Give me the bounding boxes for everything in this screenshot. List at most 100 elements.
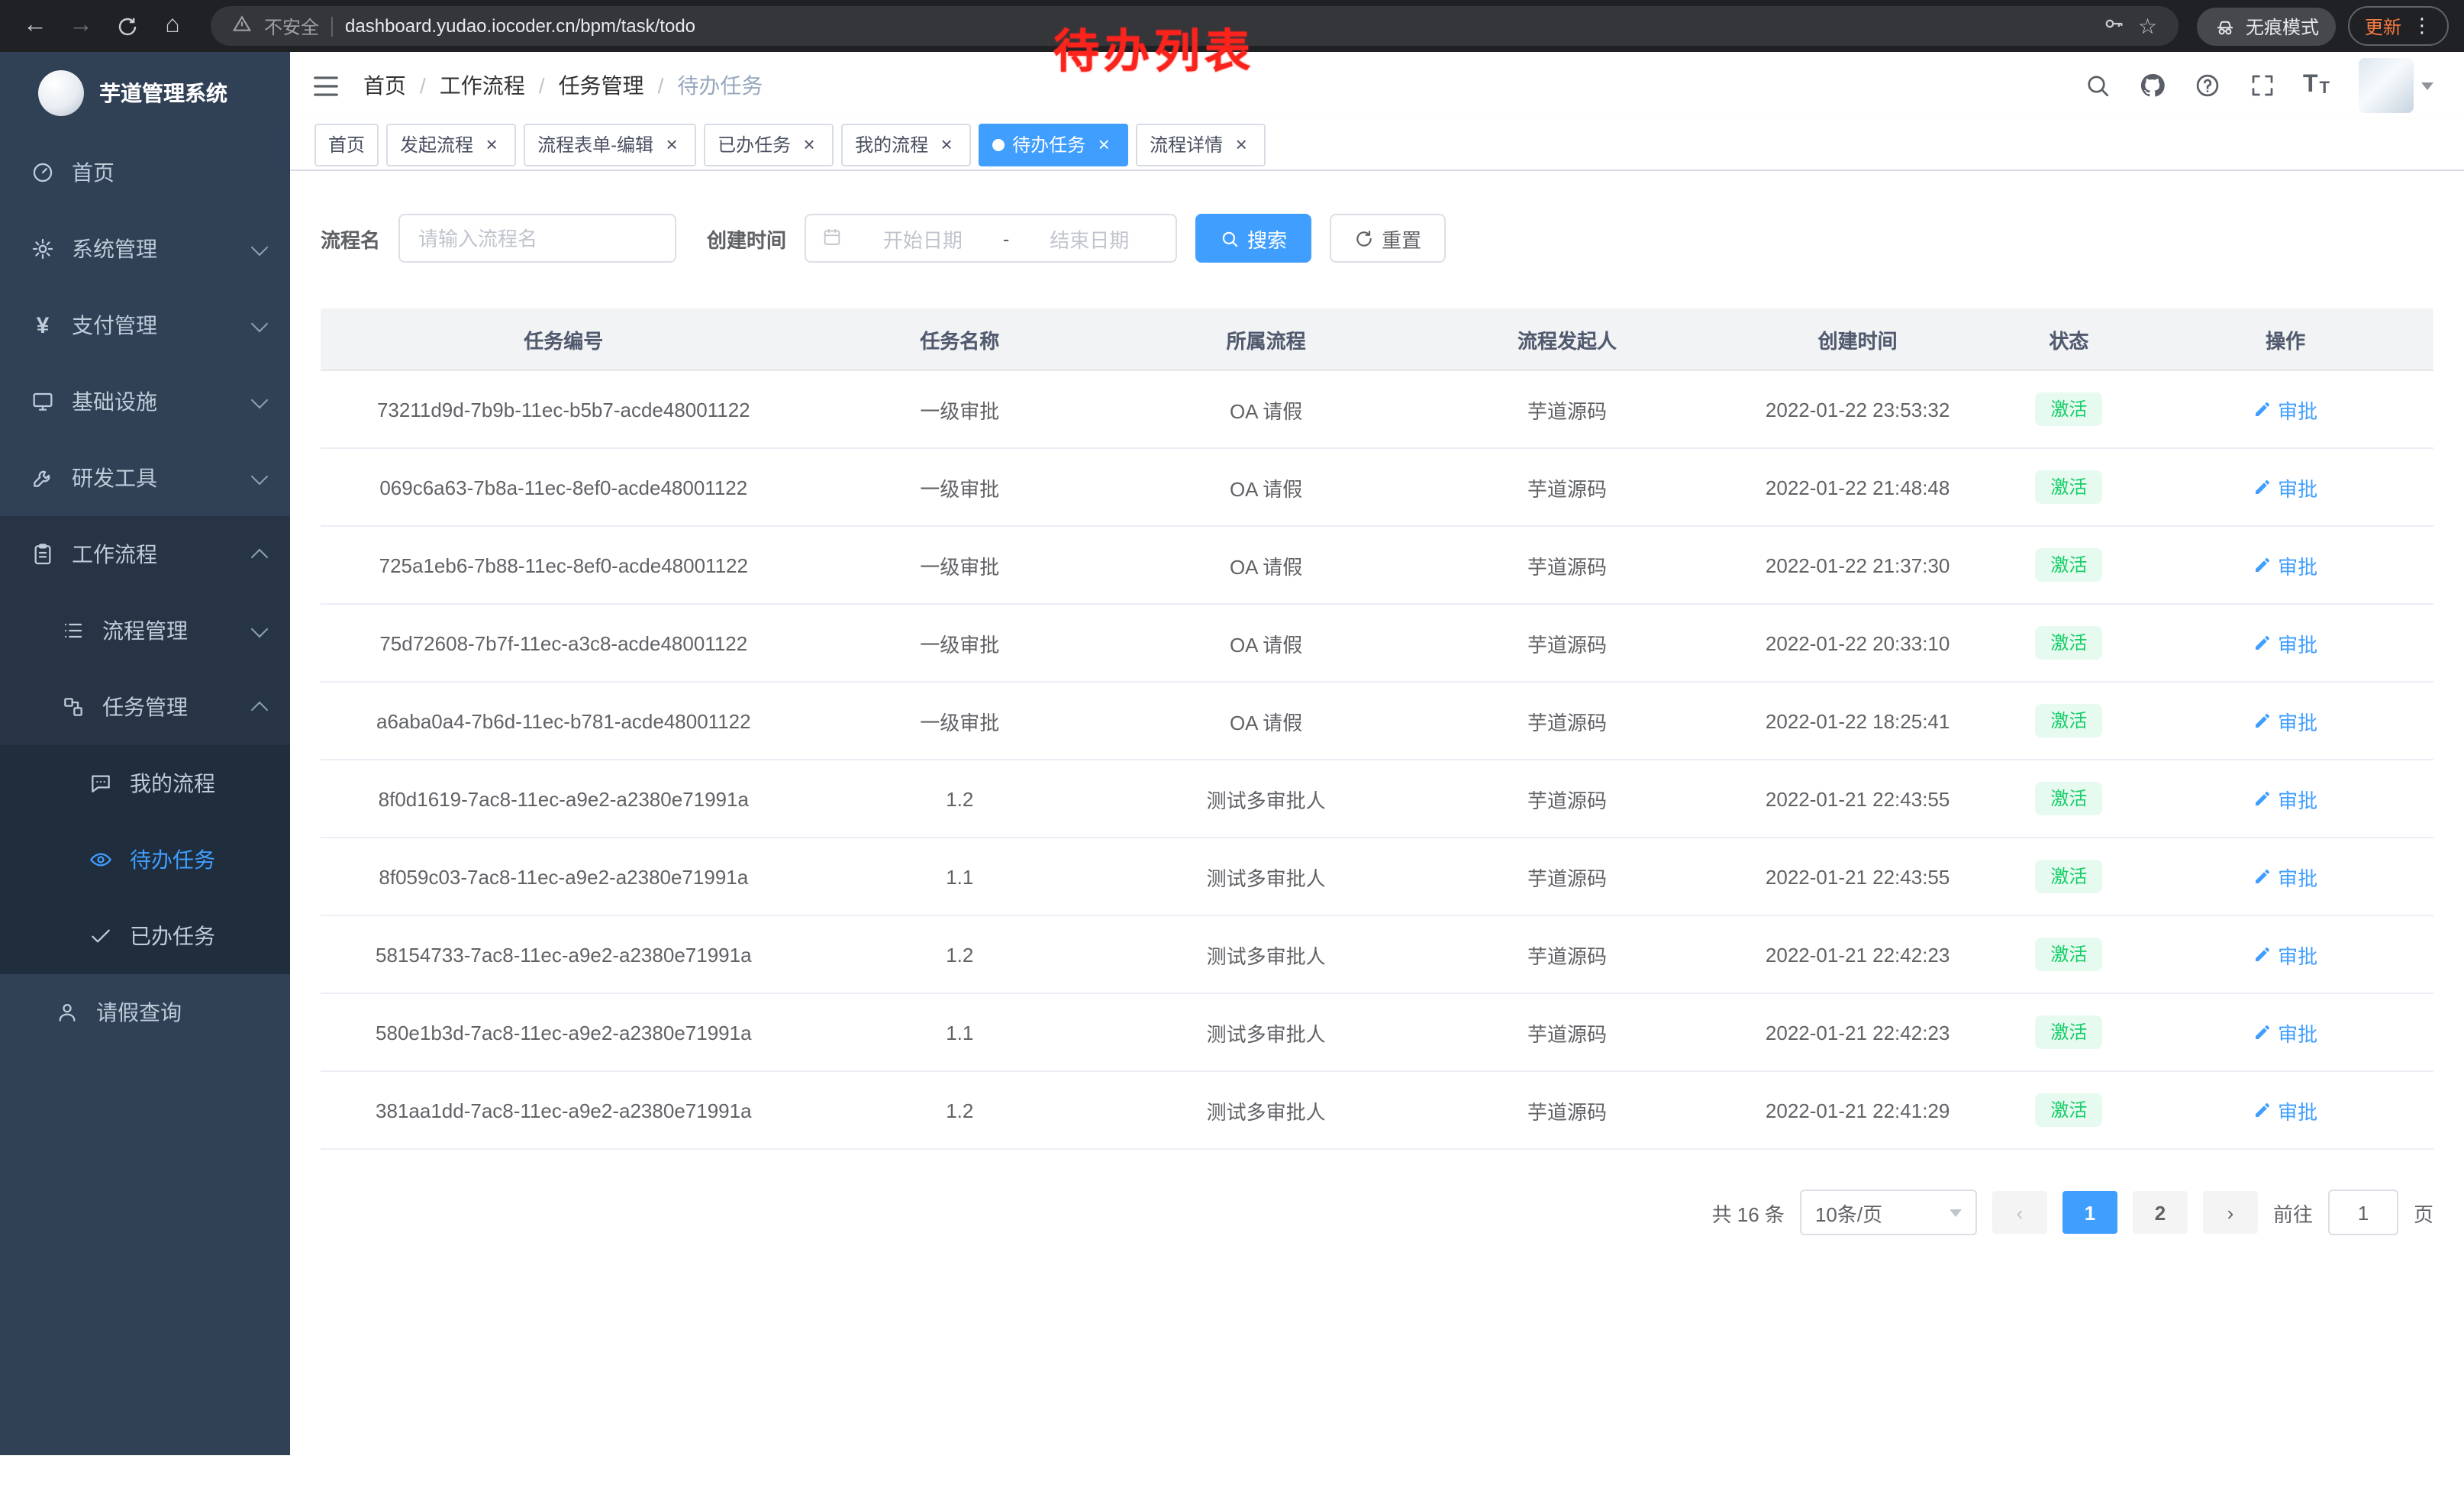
pencil-icon xyxy=(2253,556,2272,574)
status-badge: 激活 xyxy=(2035,860,2102,893)
search-button[interactable]: 搜索 xyxy=(1195,214,1311,263)
sidebar-item-label: 待办任务 xyxy=(130,844,215,875)
approve-link[interactable]: 审批 xyxy=(2253,1096,2317,1125)
task-table: 任务编号 任务名称 所属流程 流程发起人 创建时间 状态 操作 73211d9d… xyxy=(321,308,2433,1150)
logo[interactable]: 芋道管理系统 xyxy=(0,52,290,134)
goto-label: 前往 xyxy=(2273,1198,2313,1227)
process-cell: 测试多审批人 xyxy=(1113,760,1419,838)
github-icon[interactable] xyxy=(2138,71,2167,100)
pagination: 共 16 条 10条/页 ‹ 1 2 › 前往 页 xyxy=(321,1190,2433,1235)
tab-close-icon[interactable]: × xyxy=(1230,134,1252,155)
approve-link[interactable]: 审批 xyxy=(2253,550,2317,579)
tab-close-icon[interactable]: × xyxy=(1093,134,1114,155)
status-badge: 激活 xyxy=(2035,938,2102,971)
table-row: 58154733-7ac8-11ec-a9e2-a2380e71991a 1.2… xyxy=(321,915,2433,993)
home-icon[interactable]: ⌂ xyxy=(153,6,192,46)
approve-link[interactable]: 审批 xyxy=(2253,706,2317,735)
approve-link[interactable]: 审批 xyxy=(2253,395,2317,424)
url-text: dashboard.yudao.iocoder.cn/bpm/task/todo xyxy=(345,15,695,37)
tab[interactable]: 发起流程 × xyxy=(386,123,516,166)
calendar-icon xyxy=(821,225,843,251)
chevron-down-icon xyxy=(251,391,269,408)
sidebar-item-workflow[interactable]: 工作流程 xyxy=(0,516,290,592)
col-initiator: 流程发起人 xyxy=(1419,308,1715,370)
user-avatar[interactable] xyxy=(2359,58,2414,113)
sidebar-item-home[interactable]: 首页 xyxy=(0,134,290,211)
sidebar-item-devtools[interactable]: 研发工具 xyxy=(0,440,290,516)
next-page-button[interactable]: › xyxy=(2203,1191,2258,1234)
sidebar-collapse-icon[interactable] xyxy=(311,70,342,101)
page-size-select[interactable]: 10条/页 xyxy=(1800,1190,1977,1235)
update-label[interactable]: 更新 xyxy=(2365,13,2401,39)
incognito-badge: 无痕模式 xyxy=(2197,7,2336,45)
create-time-cell: 2022-01-21 22:42:23 xyxy=(1715,993,2001,1071)
table-header: 任务编号 任务名称 所属流程 流程发起人 创建时间 状态 操作 xyxy=(321,308,2433,370)
tab[interactable]: 待办任务 × xyxy=(979,123,1128,166)
tab-close-icon[interactable]: × xyxy=(798,134,820,155)
sidebar-item-infrastructure[interactable]: 基础设施 xyxy=(0,363,290,440)
approve-link[interactable]: 审批 xyxy=(2253,628,2317,657)
page-button-2[interactable]: 2 xyxy=(2133,1191,2188,1234)
page-unit-label: 页 xyxy=(2414,1198,2433,1227)
browser-menu-icon[interactable]: ⋮ xyxy=(2412,14,2432,38)
sidebar-item-todo-tasks[interactable]: 待办任务 xyxy=(0,822,290,898)
reset-button[interactable]: 重置 xyxy=(1330,214,1446,263)
task-name-cell: 1.2 xyxy=(807,915,1113,993)
bookmark-star-icon[interactable]: ☆ xyxy=(2138,13,2157,39)
back-icon[interactable]: ← xyxy=(15,6,55,46)
sidebar-item-payment[interactable]: ¥ 支付管理 xyxy=(0,287,290,363)
initiator-cell: 芋道源码 xyxy=(1419,604,1715,682)
approve-link[interactable]: 审批 xyxy=(2253,784,2317,813)
help-icon[interactable] xyxy=(2193,71,2222,100)
sidebar-item-done-tasks[interactable]: 已办任务 xyxy=(0,898,290,974)
caret-down-icon xyxy=(2421,82,2433,95)
action-cell: 审批 xyxy=(2137,448,2433,526)
start-date-placeholder[interactable]: 开始日期 xyxy=(852,224,994,253)
sidebar-item-task-management[interactable]: 任务管理 xyxy=(0,669,290,745)
tab[interactable]: 我的流程 × xyxy=(841,123,971,166)
tab-close-icon[interactable]: × xyxy=(936,134,957,155)
end-date-placeholder[interactable]: 结束日期 xyxy=(1018,224,1160,253)
forward-icon[interactable]: → xyxy=(61,6,101,46)
tab-close-icon[interactable]: × xyxy=(481,134,502,155)
status-cell: 激活 xyxy=(2000,604,2137,682)
sidebar-item-leave-query[interactable]: 请假查询 xyxy=(0,974,290,1051)
security-label: 不安全 xyxy=(264,13,319,39)
app: 芋道管理系统 首页 系统管理 ¥ 支付管理 xyxy=(0,52,2464,1501)
password-key-icon[interactable] xyxy=(2103,12,2126,40)
task-table-body: 73211d9d-7b9b-11ec-b5b7-acde48001122 一级审… xyxy=(321,370,2433,1149)
browser-update-button[interactable]: 更新 ⋮ xyxy=(2348,6,2449,46)
approve-link[interactable]: 审批 xyxy=(2253,940,2317,969)
approve-link[interactable]: 审批 xyxy=(2253,862,2317,891)
font-size-icon[interactable]: T T xyxy=(2303,73,2330,98)
action-cell: 审批 xyxy=(2137,1071,2433,1149)
sidebar-item-my-process[interactable]: 我的流程 xyxy=(0,745,290,822)
tab-close-icon[interactable]: × xyxy=(661,134,682,155)
task-id-cell: 8f0d1619-7ac8-11ec-a9e2-a2380e71991a xyxy=(321,760,807,838)
status-badge: 激活 xyxy=(2035,548,2102,582)
breadcrumb-item[interactable]: 工作流程 xyxy=(440,70,525,101)
gear-icon xyxy=(31,237,55,261)
process-cell: OA 请假 xyxy=(1113,526,1419,604)
tab[interactable]: 已办任务 × xyxy=(704,123,834,166)
sidebar-item-system[interactable]: 系统管理 xyxy=(0,211,290,287)
process-cell: 测试多审批人 xyxy=(1113,915,1419,993)
breadcrumb-item[interactable]: 任务管理 xyxy=(559,70,644,101)
prev-page-button[interactable]: ‹ xyxy=(1992,1191,2047,1234)
date-range-picker[interactable]: 开始日期 - 结束日期 xyxy=(805,214,1177,263)
breadcrumb-item[interactable]: 首页 xyxy=(363,70,406,101)
fullscreen-icon[interactable] xyxy=(2248,71,2277,100)
search-icon[interactable] xyxy=(2083,71,2112,100)
reload-icon[interactable] xyxy=(107,6,147,46)
approve-link[interactable]: 审批 xyxy=(2253,473,2317,502)
tab[interactable]: 首页 xyxy=(314,123,379,166)
page-button-1[interactable]: 1 xyxy=(2062,1191,2117,1234)
user-menu[interactable] xyxy=(2359,58,2433,113)
tab[interactable]: 流程表单-编辑 × xyxy=(524,123,696,166)
process-name-input[interactable] xyxy=(398,214,676,263)
tab[interactable]: 流程详情 × xyxy=(1136,123,1266,166)
approve-link[interactable]: 审批 xyxy=(2253,1018,2317,1047)
goto-page-input[interactable] xyxy=(2328,1190,2398,1235)
col-task-id: 任务编号 xyxy=(321,308,807,370)
sidebar-item-process-management[interactable]: 流程管理 xyxy=(0,592,290,669)
